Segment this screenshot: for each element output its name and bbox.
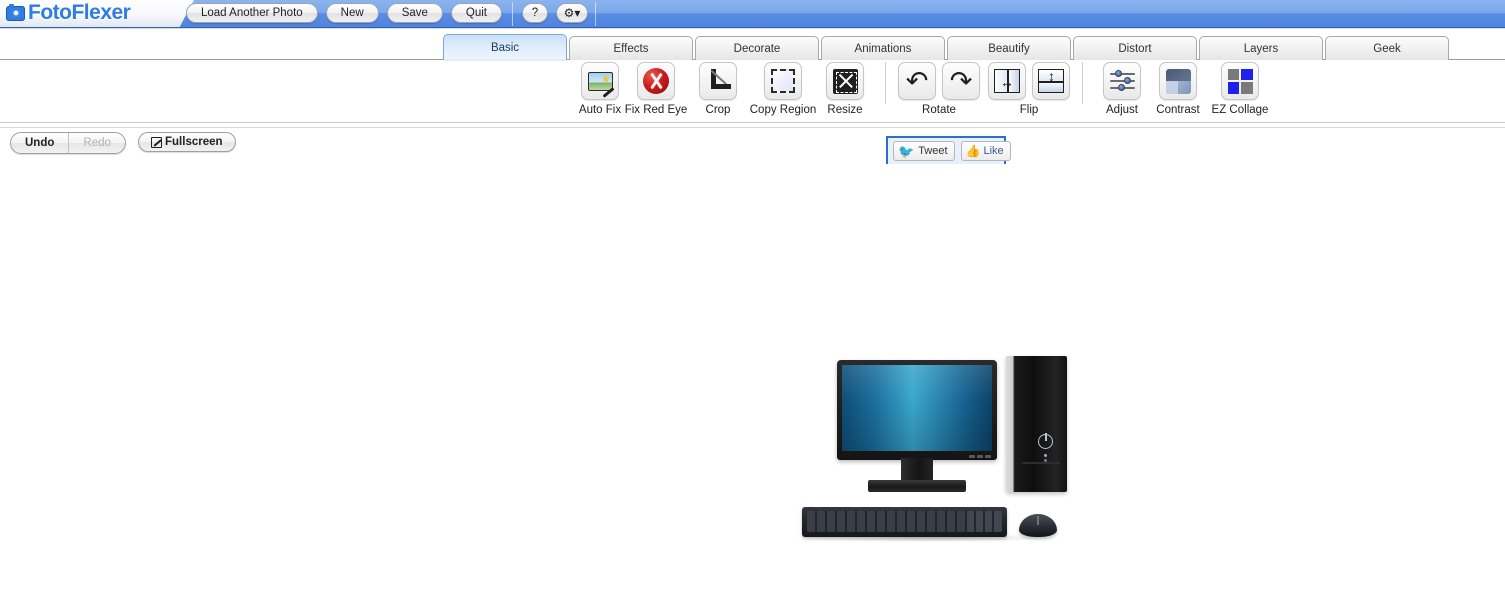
tool-resize[interactable]: Resize bbox=[817, 62, 873, 116]
desktop-computer-photo[interactable] bbox=[797, 164, 1080, 593]
tab-effects[interactable]: Effects bbox=[569, 36, 693, 60]
rotate-left-icon: ↶ bbox=[905, 66, 929, 96]
like-button[interactable]: 👍 Like bbox=[960, 141, 1011, 161]
flip-vertical-icon: ↕ bbox=[1038, 69, 1064, 93]
tab-decorate[interactable]: Decorate bbox=[695, 36, 819, 60]
tool-rotate-group: ↶ ↷ Rotate bbox=[898, 62, 980, 116]
auto-fix-icon bbox=[581, 62, 619, 100]
tool-row: Auto Fix Fix Red Eye Crop Copy Region Re bbox=[575, 62, 1273, 116]
tab-animations[interactable]: Animations bbox=[821, 36, 945, 60]
tool-crop[interactable]: Crop bbox=[687, 62, 749, 116]
collage-swatch-0 bbox=[1227, 68, 1240, 81]
monitor bbox=[837, 360, 997, 460]
like-label: Like bbox=[983, 145, 1004, 157]
tool-flip-label: Flip bbox=[1019, 104, 1039, 116]
tab-basic[interactable]: Basic bbox=[443, 34, 567, 61]
new-button[interactable]: New bbox=[325, 3, 379, 23]
toolbar-divider-1 bbox=[885, 62, 886, 104]
fullscreen-button[interactable]: Fullscreen bbox=[138, 132, 236, 152]
keyboard-numpad bbox=[967, 511, 1001, 532]
header-button-group: Load Another Photo New Save Quit bbox=[186, 3, 502, 23]
fullscreen-label: Fullscreen bbox=[165, 136, 223, 148]
computer-tower bbox=[1006, 356, 1067, 492]
ez-collage-icon bbox=[1221, 62, 1259, 100]
tool-auto-fix[interactable]: Auto Fix bbox=[575, 62, 625, 116]
resize-icon bbox=[826, 62, 864, 100]
tool-rotate-label: Rotate bbox=[922, 104, 956, 116]
action-bar: Undo Redo Fullscreen bbox=[0, 122, 1505, 164]
tool-fix-red-eye[interactable]: Fix Red Eye bbox=[625, 62, 687, 116]
tab-distort[interactable]: Distort bbox=[1073, 36, 1197, 60]
tool-ez-collage[interactable]: EZ Collage bbox=[1207, 62, 1273, 116]
flip-horizontal-button[interactable]: ↔ bbox=[988, 62, 1026, 100]
mouse bbox=[1019, 514, 1057, 537]
tab-list: Basic Effects Decorate Animations Beauti… bbox=[443, 34, 1449, 61]
redo-button: Redo bbox=[83, 137, 111, 149]
adjust-icon bbox=[1103, 62, 1141, 100]
load-another-photo-button[interactable]: Load Another Photo bbox=[186, 3, 318, 23]
tool-adjust-label: Adjust bbox=[1106, 104, 1138, 116]
contrast-icon bbox=[1159, 62, 1197, 100]
tool-fix-red-eye-label: Fix Red Eye bbox=[624, 104, 688, 116]
tab-beautify[interactable]: Beautify bbox=[947, 36, 1071, 60]
tool-toolbar: Auto Fix Fix Red Eye Crop Copy Region Re bbox=[0, 60, 1505, 122]
tab-geek[interactable]: Geek bbox=[1325, 36, 1449, 60]
tool-adjust[interactable]: Adjust bbox=[1095, 62, 1149, 116]
flip-horizontal-icon: ↔ bbox=[994, 69, 1020, 93]
quit-button[interactable]: Quit bbox=[450, 3, 502, 23]
header-divider-left bbox=[512, 2, 513, 26]
save-button[interactable]: Save bbox=[386, 3, 443, 23]
keyboard bbox=[802, 507, 1007, 537]
copy-region-icon bbox=[764, 62, 802, 100]
tab-layers[interactable]: Layers bbox=[1199, 36, 1323, 60]
monitor-screen bbox=[842, 365, 992, 451]
collage-swatch-3 bbox=[1240, 81, 1253, 94]
collage-swatches bbox=[1227, 68, 1253, 94]
tweet-label: Tweet bbox=[918, 145, 948, 157]
tab-strip: Basic Effects Decorate Animations Beauti… bbox=[0, 28, 1505, 61]
tweet-button[interactable]: 🐦 Tweet bbox=[893, 141, 955, 161]
rotate-left-button[interactable]: ↶ bbox=[898, 62, 936, 100]
fullscreen-icon bbox=[151, 136, 162, 148]
tool-auto-fix-label: Auto Fix bbox=[578, 104, 622, 116]
help-button[interactable]: ? bbox=[522, 3, 548, 23]
rotate-right-icon: ↷ bbox=[949, 66, 973, 96]
undo-button[interactable]: Undo bbox=[11, 133, 70, 153]
photo-canvas[interactable] bbox=[0, 164, 1505, 593]
facebook-thumb-icon: 👍 bbox=[965, 144, 981, 158]
social-share-widget: 🐦 Tweet 👍 Like bbox=[886, 136, 1011, 166]
app-logo[interactable]: FotoFlexer bbox=[6, 1, 131, 25]
rotate-right-button[interactable]: ↷ bbox=[942, 62, 980, 100]
camera-icon bbox=[6, 3, 25, 21]
red-eye-icon bbox=[637, 62, 675, 100]
app-header: FotoFlexer Load Another Photo New Save Q… bbox=[0, 0, 1505, 28]
flip-vertical-button[interactable]: ↕ bbox=[1032, 62, 1070, 100]
tool-flip-group: ↔ ↕ Flip bbox=[988, 62, 1070, 116]
tower-led-indicators bbox=[1044, 454, 1047, 457]
tool-copy-region[interactable]: Copy Region bbox=[749, 62, 817, 116]
tower-drive-slot bbox=[1022, 462, 1060, 464]
crop-icon bbox=[699, 62, 737, 100]
tool-resize-label: Resize bbox=[827, 104, 863, 116]
tool-contrast-label: Contrast bbox=[1156, 104, 1200, 116]
undo-redo-group: Undo Redo bbox=[10, 132, 126, 154]
app-title: FotoFlexer bbox=[28, 1, 131, 24]
toolbar-divider-2 bbox=[1082, 62, 1083, 104]
header-divider-right bbox=[595, 2, 596, 26]
tool-contrast[interactable]: Contrast bbox=[1149, 62, 1207, 116]
power-button-icon bbox=[1038, 433, 1053, 449]
monitor-stand-neck bbox=[901, 458, 933, 482]
collage-swatch-2 bbox=[1227, 81, 1240, 94]
tool-ez-collage-label: EZ Collage bbox=[1211, 104, 1269, 116]
twitter-bird-icon: 🐦 bbox=[898, 143, 915, 159]
tool-copy-region-label: Copy Region bbox=[749, 104, 817, 116]
monitor-indicator-lights bbox=[969, 455, 991, 458]
monitor-stand-base bbox=[868, 480, 966, 492]
collage-swatch-1 bbox=[1240, 68, 1253, 81]
settings-gear-button[interactable]: ⚙▾ bbox=[556, 3, 588, 23]
tool-crop-label: Crop bbox=[705, 104, 731, 116]
